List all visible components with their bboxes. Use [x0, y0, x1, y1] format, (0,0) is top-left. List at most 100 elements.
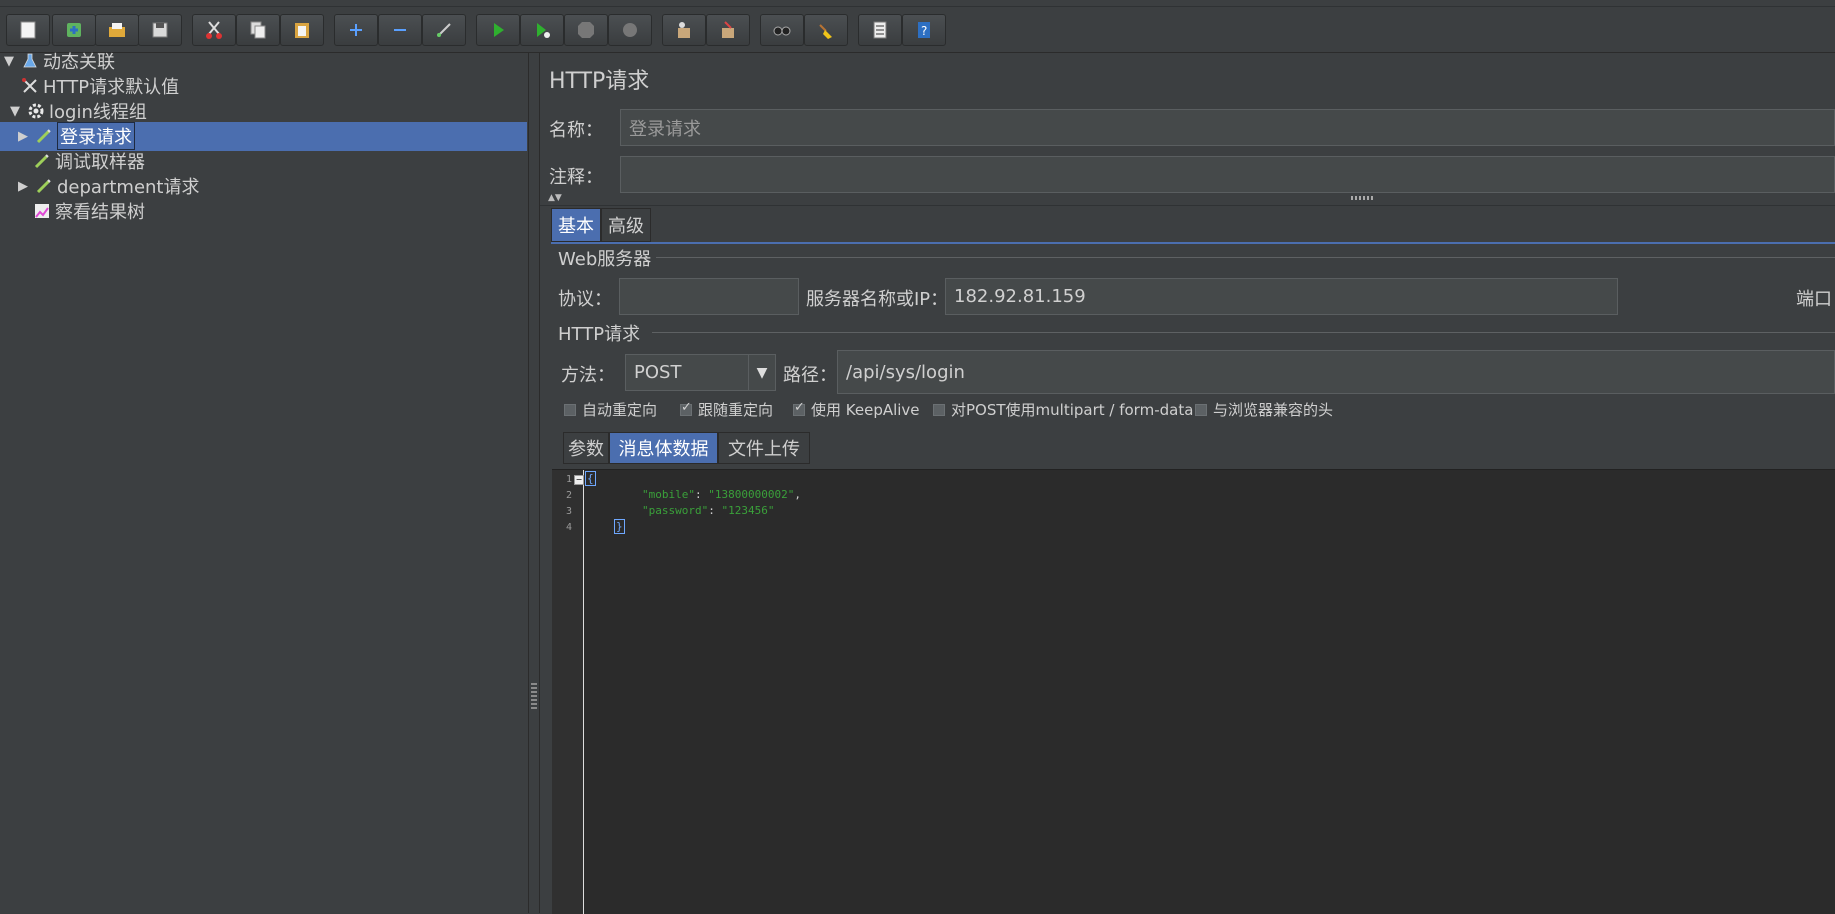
tree-item-test-plan[interactable]: ▼ 动态关联 — [4, 47, 115, 75]
tab-body-data[interactable]: 消息体数据 — [609, 432, 718, 464]
expand-arrow-icon[interactable]: ▶ — [18, 129, 34, 144]
comment-input[interactable] — [620, 156, 1835, 193]
sampler-icon — [34, 126, 54, 146]
cut-icon — [206, 21, 222, 39]
checkbox-label: 跟随重定向 — [698, 401, 774, 419]
tab-underline — [551, 242, 1835, 244]
expand-arrow-icon[interactable]: ▼ — [4, 54, 20, 69]
test-plan-tree: ▼ 动态关联 HTTP请求默认值 ▼ login线程组 ▶ 登录请求 调试取样器… — [0, 52, 528, 913]
http-request-section-title: HTTP请求 — [558, 324, 641, 345]
tree-item-label: 察看结果树 — [55, 202, 145, 223]
tree-item-http-defaults[interactable]: HTTP请求默认值 — [20, 72, 179, 100]
code-line-2: "mobile": "13800000002", — [642, 488, 801, 501]
remote-start-button[interactable] — [662, 14, 706, 46]
checkbox-box[interactable] — [933, 403, 945, 416]
cut-button[interactable] — [192, 14, 236, 46]
name-input[interactable]: 登录请求 — [620, 109, 1835, 146]
checkbox-label: 使用 KeepAlive — [811, 401, 920, 419]
checkbox-box[interactable] — [680, 400, 692, 416]
port-label: 端口 — [1796, 289, 1832, 310]
tree-item-thread-group[interactable]: ▼ login线程组 — [10, 97, 147, 125]
line-number: 2 — [566, 490, 573, 501]
tab-parameters[interactable]: 参数 — [563, 432, 609, 464]
expand-arrow-icon[interactable]: ▶ — [18, 179, 34, 194]
multipart-checkbox[interactable]: 对POST使用multipart / form-data — [933, 399, 1193, 420]
splitter-grip-icon[interactable] — [531, 683, 537, 709]
tree-item-view-results-tree[interactable]: 察看结果树 — [32, 197, 145, 225]
panel-splitter[interactable] — [528, 53, 540, 913]
expand-arrow-icon[interactable]: ▼ — [10, 104, 26, 119]
tree-item-department-request[interactable]: ▶ department请求 — [18, 172, 200, 200]
tree-item-login-request[interactable]: ▶ 登录请求 — [18, 122, 135, 150]
close-brace: } — [614, 519, 625, 534]
test-plan-icon — [20, 51, 40, 71]
resize-arrows-icon[interactable]: ▲▼ — [548, 193, 562, 203]
tree-item-label: department请求 — [57, 177, 200, 198]
method-label: 方法： — [561, 365, 615, 386]
shutdown-button[interactable] — [608, 14, 652, 46]
templates-icon — [67, 23, 81, 37]
checkbox-box[interactable] — [1195, 403, 1207, 416]
remote-stop-icon — [722, 21, 734, 38]
copy-icon — [250, 21, 266, 39]
tree-item-debug-sampler[interactable]: 调试取样器 — [32, 147, 145, 175]
protocol-input[interactable] — [619, 278, 799, 315]
checkbox-label: 与浏览器兼容的头 — [1213, 401, 1334, 419]
section-line — [656, 257, 1835, 258]
search-button[interactable] — [760, 14, 804, 46]
collapse-all-button[interactable] — [378, 14, 422, 46]
fold-icon[interactable]: − — [574, 475, 584, 485]
line-number-gutter: 1 2 3 4 − — [552, 470, 584, 914]
start-no-pause-icon — [537, 23, 550, 38]
line-number: 3 — [566, 506, 573, 517]
server-input[interactable]: 182.92.81.159 — [945, 278, 1618, 315]
textarea-resize-grip-icon[interactable] — [1351, 196, 1373, 200]
checkbox-box[interactable] — [564, 403, 576, 416]
follow-redirect-checkbox[interactable]: 跟随重定向 — [680, 399, 773, 420]
new-icon — [20, 21, 36, 39]
stop-button[interactable] — [564, 14, 608, 46]
function-helper-button[interactable] — [858, 14, 902, 46]
chevron-down-icon[interactable]: ▼ — [748, 355, 775, 390]
open-button[interactable] — [95, 14, 139, 46]
path-label: 路径： — [783, 365, 837, 386]
help-icon: ? — [918, 22, 930, 38]
clear-icon — [819, 24, 832, 39]
shutdown-icon — [623, 23, 637, 37]
tree-item-label: login线程组 — [49, 102, 147, 123]
new-button[interactable] — [6, 14, 50, 46]
auto-redirect-checkbox[interactable]: 自动重定向 — [564, 399, 657, 420]
open-brace: { — [585, 471, 596, 486]
body-data-editor[interactable]: 1 2 3 4 − { "mobile": "13800000002", "pa… — [552, 469, 1835, 914]
paste-button[interactable] — [280, 14, 324, 46]
path-input[interactable]: /api/sys/login — [837, 350, 1835, 394]
templates-button[interactable] — [52, 14, 96, 46]
start-no-pause-button[interactable] — [520, 14, 564, 46]
browser-headers-checkbox[interactable]: 与浏览器兼容的头 — [1195, 399, 1333, 420]
method-select[interactable]: POST ▼ — [625, 354, 776, 391]
function-helper-icon — [873, 21, 887, 39]
paste-icon — [295, 23, 309, 38]
stop-icon — [578, 22, 594, 38]
sampler-icon — [34, 176, 54, 196]
keepalive-checkbox[interactable]: 使用 KeepAlive — [793, 399, 920, 420]
expand-all-button[interactable] — [334, 14, 378, 46]
checkbox-box[interactable] — [793, 400, 805, 416]
start-button[interactable] — [476, 14, 520, 46]
help-button[interactable]: ? — [902, 14, 946, 46]
toggle-button[interactable] — [422, 14, 466, 46]
protocol-label: 协议： — [558, 289, 612, 310]
section-line — [652, 332, 1835, 333]
mobile-value: "13800000002" — [708, 488, 795, 501]
code-line-4: } — [614, 519, 625, 534]
listener-icon — [32, 201, 52, 221]
checkbox-label: 自动重定向 — [582, 401, 658, 419]
tab-advanced[interactable]: 高级 — [601, 208, 651, 242]
clear-button[interactable] — [804, 14, 848, 46]
remote-start-icon — [678, 22, 690, 38]
tab-files-upload[interactable]: 文件上传 — [718, 432, 810, 464]
save-button[interactable] — [138, 14, 182, 46]
copy-button[interactable] — [236, 14, 280, 46]
tab-basic[interactable]: 基本 — [551, 208, 601, 242]
remote-stop-button[interactable] — [706, 14, 750, 46]
